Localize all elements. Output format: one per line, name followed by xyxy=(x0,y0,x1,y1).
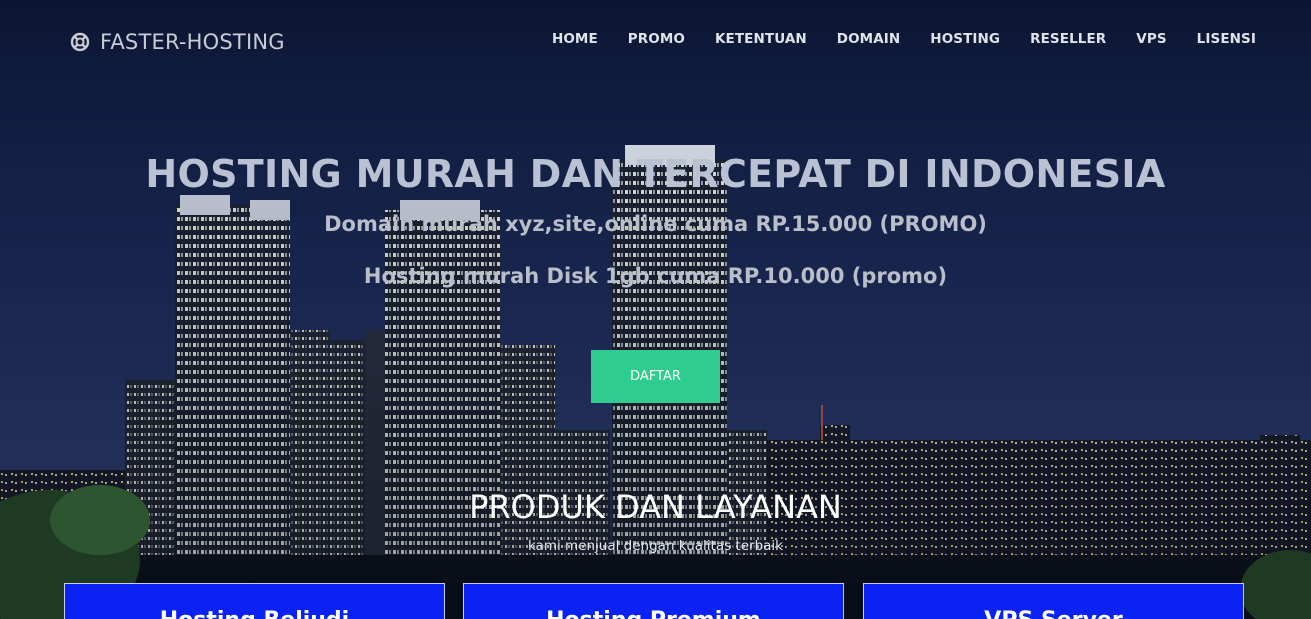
navbar: FASTER-HOSTING HOME PROMO KETENTUAN DOMA… xyxy=(0,0,1311,82)
hero-background-image xyxy=(0,0,1311,619)
nav-link-reseller[interactable]: RESELLER xyxy=(1030,31,1106,47)
nav-link-domain[interactable]: DOMAIN xyxy=(837,31,901,47)
nav-link-promo[interactable]: PROMO xyxy=(628,31,685,47)
products-section-title: PRODUK DAN LAYANAN xyxy=(469,488,842,526)
brand-logo-link[interactable]: FASTER-HOSTING xyxy=(70,28,285,56)
product-card[interactable]: Hosting Beliudi xyxy=(64,583,445,619)
nav-link-vps[interactable]: VPS xyxy=(1136,31,1166,47)
life-ring-icon xyxy=(70,32,90,52)
hero-hosting-promo: Hosting murah Disk 1gb cuma RP.10.000 (p… xyxy=(363,264,948,288)
product-card-title: Hosting Beliudi xyxy=(65,608,444,619)
hero-domain-promo: Domain murah xyz,site,online cuma RP.15.… xyxy=(324,212,987,236)
brand-name: FASTER-HOSTING xyxy=(100,30,285,54)
product-card[interactable]: Hosting Premium xyxy=(463,583,844,619)
nav-link-lisensi[interactable]: LISENSI xyxy=(1197,31,1256,47)
nav-link-ketentuan[interactable]: KETENTUAN xyxy=(715,31,807,47)
daftar-button[interactable]: DAFTAR xyxy=(591,350,720,403)
product-card[interactable]: VPS Server xyxy=(863,583,1244,619)
nav-link-hosting[interactable]: HOSTING xyxy=(930,31,1000,47)
nav-link-home[interactable]: HOME xyxy=(552,31,598,47)
product-card-title: Hosting Premium xyxy=(464,608,843,619)
main-nav-menu: HOME PROMO KETENTUAN DOMAIN HOSTING RESE… xyxy=(522,31,1256,47)
products-section-subtitle: kami menjual dengan kualitas terbaik xyxy=(528,538,783,554)
product-card-title: VPS Server xyxy=(864,608,1243,619)
hero-title: HOSTING MURAH DAN TERCEPAT DI INDONESIA xyxy=(145,152,1166,196)
